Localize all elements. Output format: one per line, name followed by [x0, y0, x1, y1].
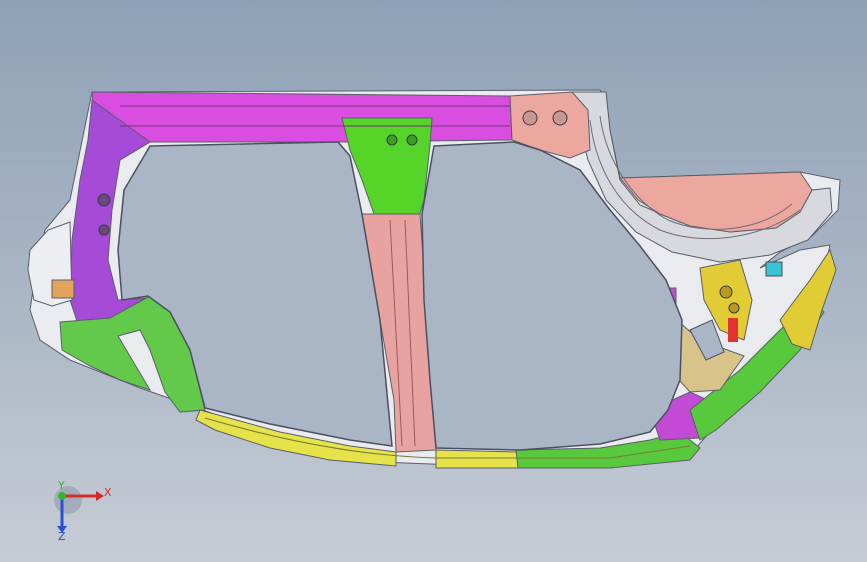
y-axis-label: Y [57, 479, 65, 492]
z-axis-label: Z [58, 530, 66, 543]
cad-viewport[interactable]: X Y Z [0, 0, 867, 562]
x-axis-label: X [104, 486, 112, 499]
x-axis-arrowhead [96, 491, 104, 501]
y-axis-dot [58, 492, 66, 500]
coordinate-triad[interactable]: X Y Z [0, 0, 867, 562]
